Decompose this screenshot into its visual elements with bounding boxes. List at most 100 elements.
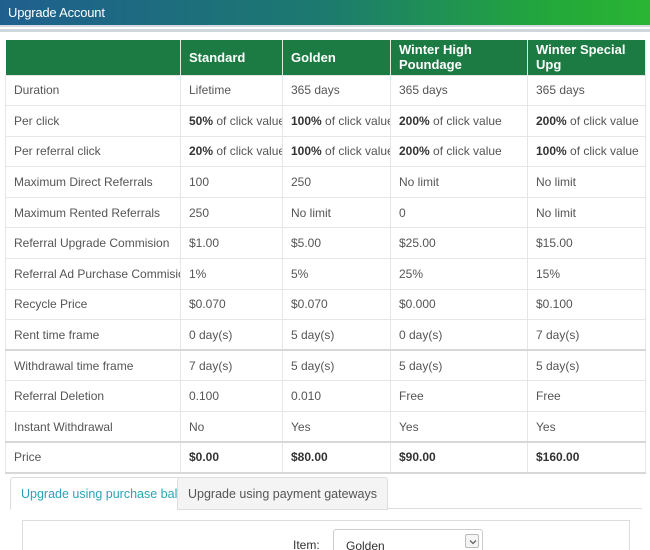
cell-winter-high-poundage: $0.000 [390, 288, 528, 320]
cell-winter-high-poundage: Yes [390, 411, 528, 443]
cell-value-text: 5 day(s) [536, 358, 580, 373]
cell-value-text: 250 [189, 205, 210, 220]
table-header-row: Standard Golden Winter High Poundage Win… [5, 40, 646, 75]
cell-winter-special: 100% of click value [527, 135, 646, 167]
row-label: Rent time frame [5, 319, 181, 351]
cell-winter-special: $0.100 [527, 288, 646, 320]
cell-value-emphasis: $90.00 [399, 450, 436, 465]
cell-value-text: 5 day(s) [291, 327, 335, 342]
header-cell-empty [5, 40, 181, 75]
cell-winter-high-poundage: 25% [390, 258, 528, 290]
cell-value-emphasis: 20% [189, 144, 214, 159]
upgrade-form-panel: Item: Golden [22, 520, 630, 550]
plan-comparison-table: Standard Golden Winter High Poundage Win… [5, 40, 646, 474]
cell-value-text: Free [536, 389, 561, 404]
chevron-down-icon [465, 534, 479, 548]
cell-value-emphasis: $160.00 [536, 450, 580, 465]
cell-value-text: $15.00 [536, 236, 573, 251]
cell-value-text: 365 days [536, 83, 585, 98]
table-row: Maximum Rented Referrals 250 No limit 0 No l… [5, 196, 646, 228]
cell-value-text: 365 days [399, 83, 448, 98]
row-label: Maximum Direct Referrals [5, 166, 181, 198]
cell-value-text: 0 day(s) [399, 327, 443, 342]
window-title: Upgrade Account [8, 5, 105, 20]
cell-winter-special: 7 day(s) [527, 319, 646, 351]
cell-winter-high-poundage: $90.00 [390, 441, 528, 474]
row-label: Per referral click [5, 135, 181, 167]
table-row: Referral Deletion 0.100 0.010 Free Free [5, 380, 646, 412]
cell-winter-high-poundage: 0 day(s) [390, 319, 528, 351]
row-label: Instant Withdrawal [5, 411, 181, 443]
row-label: Withdrawal time frame [5, 349, 181, 381]
table-row: Withdrawal time frame 7 day(s) 5 day(s) 5 d… [5, 349, 646, 381]
cell-value-text: of click value [321, 113, 391, 128]
row-label: Per click [5, 105, 181, 137]
cell-winter-high-poundage: $25.00 [390, 227, 528, 259]
row-label: Duration [5, 74, 181, 106]
cell-value-text: 1% [189, 266, 207, 281]
cell-value-text: Yes [291, 419, 311, 434]
cell-winter-special: $160.00 [527, 441, 646, 474]
cell-value-text: of click value [566, 113, 639, 128]
window-titlebar: Upgrade Account [0, 0, 650, 27]
cell-value-text: No limit [399, 175, 440, 190]
cell-value-emphasis: $80.00 [291, 450, 328, 465]
cell-value-emphasis: 50% [189, 113, 214, 128]
cell-value-text: of click value [213, 113, 283, 128]
cell-value-text: $25.00 [399, 236, 436, 251]
header-cell-winter-special: Winter Special Upg [527, 40, 646, 75]
table-row: Duration Lifetime 365 days 365 days 365 days [5, 74, 646, 106]
cell-golden: No limit [282, 196, 391, 228]
cell-value-text: 5 day(s) [291, 358, 335, 373]
cell-winter-special: 15% [527, 258, 646, 290]
cell-value-text: 0.010 [291, 389, 322, 404]
cell-golden: 5% [282, 258, 391, 290]
cell-value-text: No limit [536, 205, 577, 220]
cell-standard: No [180, 411, 283, 443]
titlebar-separator [0, 29, 650, 32]
cell-golden: 0.010 [282, 380, 391, 412]
header-cell-standard: Standard [180, 40, 283, 75]
cell-golden: Yes [282, 411, 391, 443]
table-row: Referral Upgrade Commision $1.00 $5.00 $25.… [5, 227, 646, 259]
cell-value-text: No limit [536, 175, 577, 190]
item-select-value: Golden [346, 539, 385, 550]
cell-value-text: of click value [566, 144, 639, 159]
cell-value-text: Yes [536, 419, 556, 434]
cell-value-text: $0.070 [189, 297, 226, 312]
cell-winter-high-poundage: 5 day(s) [390, 349, 528, 381]
cell-winter-high-poundage: 200% of click value [390, 135, 528, 167]
cell-winter-special: No limit [527, 196, 646, 228]
header-cell-winter-high-poundage: Winter High Poundage [390, 40, 528, 75]
cell-value-text: 0.100 [189, 389, 220, 404]
item-select[interactable]: Golden [333, 529, 483, 550]
cell-winter-high-poundage: 365 days [390, 74, 528, 106]
tab-payment-gateways[interactable]: Upgrade using payment gateways [177, 477, 389, 510]
table-row: Instant Withdrawal No Yes Yes Yes [5, 411, 646, 443]
upgrade-tabs: Upgrade using purchase balance Upgrade u… [10, 477, 642, 510]
row-label: Referral Ad Purchase Commision [5, 258, 181, 290]
cell-winter-high-poundage: No limit [390, 166, 528, 198]
cell-value-text: No limit [291, 205, 332, 220]
cell-golden: 100% of click value [282, 135, 391, 167]
table-row: Rent time frame 0 day(s) 5 day(s) 0 day(s) 7… [5, 319, 646, 351]
cell-value-text: of click value [213, 144, 283, 159]
table-row: Per referral click 20% of click value 100%… [5, 135, 646, 167]
cell-value-text: 250 [291, 175, 312, 190]
cell-standard: 7 day(s) [180, 349, 283, 381]
cell-value-text: of click value [429, 144, 502, 159]
cell-value-text: $0.000 [399, 297, 436, 312]
header-cell-golden: Golden [282, 40, 391, 75]
row-label: Maximum Rented Referrals [5, 196, 181, 228]
cell-value-text: $1.00 [189, 236, 220, 251]
cell-value-text: 25% [399, 266, 424, 281]
cell-winter-high-poundage: 0 [390, 196, 528, 228]
cell-value-text: 365 days [291, 83, 340, 98]
table-row: Per click 50% of click value 100% of click… [5, 105, 646, 137]
cell-standard: 50% of click value [180, 105, 283, 137]
cell-standard: 20% of click value [180, 135, 283, 167]
cell-value-text: of click value [321, 144, 391, 159]
cell-value-text: Lifetime [189, 83, 232, 98]
cell-value-text: 7 day(s) [536, 327, 580, 342]
table-row: Referral Ad Purchase Commision 1% 5% 25% 15% [5, 258, 646, 290]
